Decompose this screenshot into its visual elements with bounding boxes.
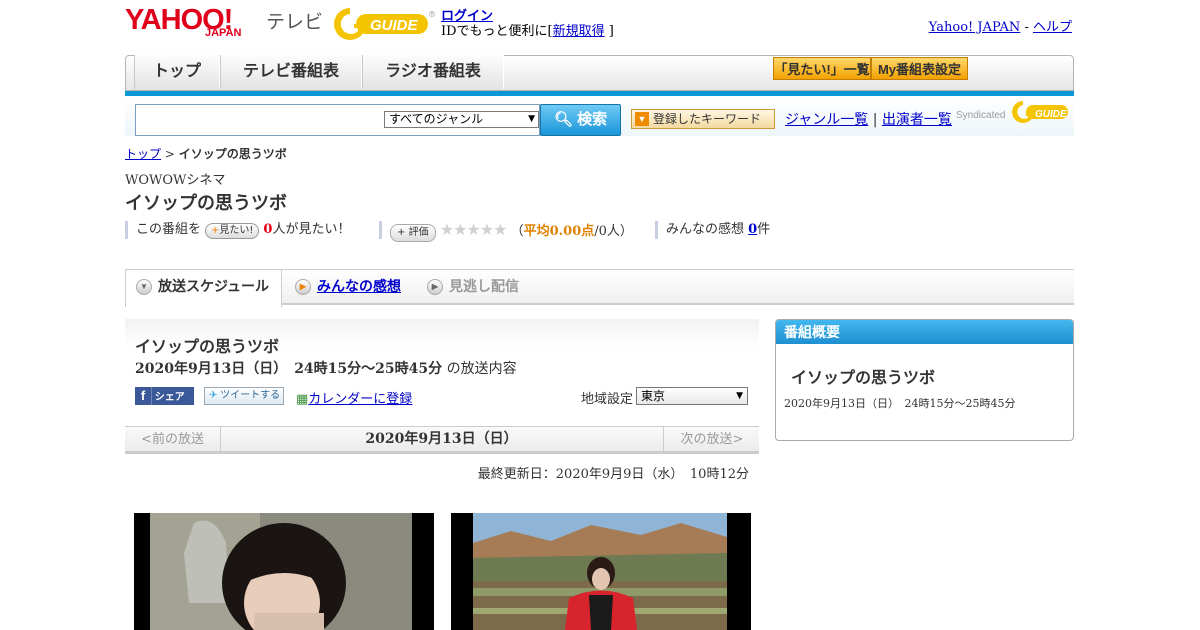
- tweet-button[interactable]: ✈ ツイートする: [204, 387, 284, 405]
- breadcrumb-top-link[interactable]: トップ: [125, 147, 161, 161]
- my-schedule-button[interactable]: My番組表設定: [871, 57, 968, 80]
- yahoo-japan-logo-text: JAPAN: [205, 27, 242, 39]
- channel-name: WOWOWシネマ: [125, 173, 226, 188]
- nav-tabs: トップ テレビ番組表 ラジオ番組表: [134, 55, 504, 90]
- region-select[interactable]: 東京 ▼: [636, 387, 748, 405]
- rating-button[interactable]: + 評価: [390, 224, 436, 242]
- tab-top[interactable]: トップ: [134, 55, 220, 89]
- mitai-list-button[interactable]: 「見たい!」一覧: [773, 57, 871, 80]
- detail-date: 2020年9月13日（日） 24時15分～25時45分 の放送内容: [135, 361, 517, 377]
- breadcrumb-current: イソップの思うツボ: [178, 147, 287, 161]
- search-links: ジャンル一覧 | 出演者一覧: [785, 112, 952, 128]
- svg-text:GUIDE: GUIDE: [1035, 109, 1067, 120]
- breadcrumb: トップ > イソップの思うツボ: [125, 147, 287, 161]
- calendar-register[interactable]: ▦カレンダーに登録: [296, 388, 412, 407]
- summary-title: イソップの思うツボ: [791, 370, 936, 387]
- prev-broadcast-link[interactable]: <前の放送: [125, 426, 221, 454]
- page-title: イソップの思うツボ: [125, 193, 287, 213]
- registered-mark: ®: [428, 10, 436, 19]
- twitter-bird-icon: ✈: [209, 390, 218, 401]
- program-image: [134, 513, 434, 630]
- chevron-down-icon: ▼: [136, 279, 152, 296]
- header-links: Yahoo! JAPAN - ヘルプ: [928, 20, 1072, 35]
- next-broadcast-link[interactable]: 次の放送>: [663, 426, 760, 454]
- facebook-icon: f: [135, 387, 152, 405]
- play-icon: ▶: [295, 279, 311, 296]
- syndicated-label: Syndicated: [956, 110, 1006, 121]
- detail-title: イソップの思うツボ: [135, 339, 280, 356]
- impressions-count-link[interactable]: 0: [748, 222, 757, 237]
- help-link[interactable]: ヘルプ: [1033, 20, 1072, 35]
- pager-current-date: 2020年9月13日（日）: [365, 431, 518, 447]
- svg-text:GUIDE: GUIDE: [370, 17, 419, 34]
- rating-meta: + 評価 ★★★★★ （平均0.00点/0人）: [379, 220, 633, 242]
- login-subtext: IDでもっと便利に[新規取得 ]: [441, 24, 614, 39]
- program-still-1: [134, 513, 434, 630]
- star-rating: ★★★★★: [439, 220, 508, 239]
- gguide-logo: GUIDE: [334, 8, 428, 40]
- genre-list-link[interactable]: ジャンル一覧: [785, 112, 868, 128]
- tab-broadcast-schedule[interactable]: ▼ 放送スケジュール: [125, 270, 282, 307]
- tab-missed-streaming[interactable]: ▶ 見逃し配信: [427, 270, 519, 306]
- impressions-meta: みんなの感想 0件: [655, 221, 770, 239]
- search-button[interactable]: 🔍︎ 検索: [540, 104, 621, 136]
- program-image: [451, 513, 751, 630]
- tab-radio-schedule[interactable]: ラジオ番組表: [362, 55, 504, 89]
- mitai-button[interactable]: +見たい!: [205, 223, 260, 239]
- mitai-meta: この番組を +見たい! 0人が見たい！: [125, 221, 350, 239]
- summary-date: 2020年9月13日（日） 24時15分～25時45分: [784, 397, 1016, 410]
- registered-keyword-button[interactable]: ▼ 登録したキーワード: [631, 109, 775, 129]
- play-icon: ▶: [427, 279, 443, 296]
- tv-logo-text[interactable]: テレビ: [266, 7, 323, 34]
- tab-tv-schedule[interactable]: テレビ番組表: [220, 55, 362, 89]
- region-label: 地域設定: [581, 392, 634, 407]
- dropdown-arrow-icon: ▼: [528, 114, 535, 124]
- dropdown-arrow-icon: ▼: [736, 391, 743, 401]
- search-icon: 🔍︎: [553, 111, 573, 128]
- plus-icon: +: [397, 227, 406, 238]
- yahoo-japan-link[interactable]: Yahoo! JAPAN: [929, 20, 1021, 35]
- triangle-down-icon: ▼: [635, 112, 649, 126]
- signup-link[interactable]: 新規取得: [553, 24, 605, 39]
- facebook-share-button[interactable]: f シェア: [135, 387, 194, 405]
- gguide-small-logo: GUIDE: [1012, 101, 1068, 123]
- genre-select[interactable]: すべてのジャンル ▼: [384, 111, 539, 128]
- tab-impressions[interactable]: ▶ みんなの感想: [295, 270, 401, 306]
- calendar-icon: ▦: [296, 392, 309, 407]
- cast-list-link[interactable]: 出演者一覧: [882, 112, 952, 128]
- summary-heading: 番組概要: [776, 320, 1073, 344]
- program-still-2: [451, 513, 751, 630]
- last-updated: 最終更新日：2020年9月9日（水） 10時12分: [477, 467, 749, 482]
